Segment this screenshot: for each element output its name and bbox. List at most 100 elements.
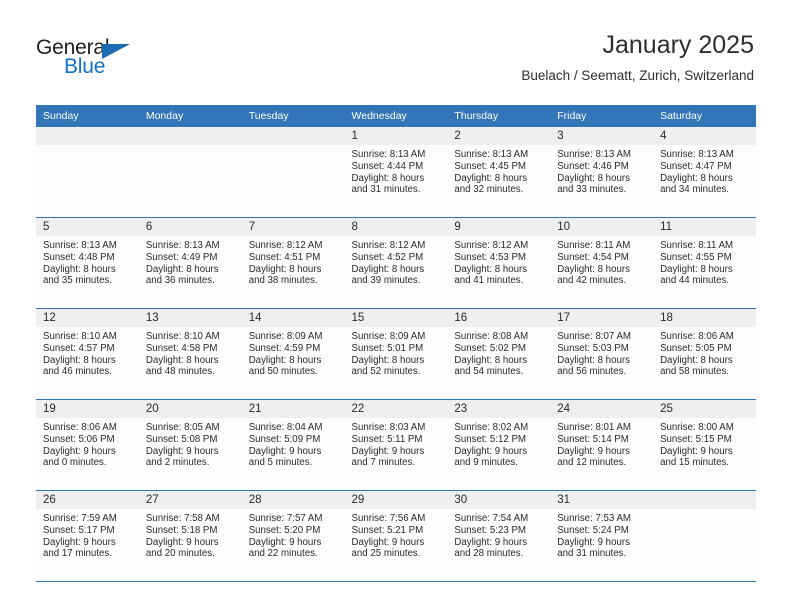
daylight-text-line1: Daylight: 8 hours	[145, 263, 219, 275]
daylight-text-line1: Daylight: 9 hours	[557, 536, 630, 548]
weekday-header-wednesday: Wednesday	[344, 105, 448, 127]
calendar-day-cell[interactable]: 31 Sunrise: 7:53 AM Sunset: 5:24 PM Dayligh…	[550, 490, 654, 582]
calendar-day-cell[interactable]: 13 Sunrise: 8:10 AM Sunset: 4:58 PM Dayligh…	[138, 308, 242, 400]
daylight-text-line2: and 58 minutes.	[660, 366, 729, 378]
calendar-day-cell[interactable]: 15 Sunrise: 8:09 AM Sunset: 5:01 PM Dayligh…	[344, 308, 448, 400]
day-number: 5	[36, 218, 139, 236]
triangle-flag-icon	[102, 44, 130, 59]
sunrise-text: Sunrise: 8:12 AM	[454, 240, 529, 251]
weekday-header-sunday: Sunday	[36, 105, 139, 127]
sunset-text: Sunset: 5:21 PM	[351, 524, 424, 536]
daylight-text-line2: and 5 minutes.	[248, 457, 313, 469]
day-sun-info: Sunrise: 8:00 AM Sunset: 5:15 PM Daylight:…	[653, 418, 756, 469]
daylight-text-line1: Daylight: 9 hours	[145, 445, 219, 457]
calendar-day-cell[interactable]: 28 Sunrise: 7:57 AM Sunset: 5:20 PM Dayligh…	[241, 490, 345, 582]
calendar-day-cell[interactable]: 19 Sunrise: 8:06 AM Sunset: 5:06 PM Dayligh…	[36, 399, 139, 491]
day-sun-info: Sunrise: 7:59 AM Sunset: 5:17 PM Daylight:…	[36, 509, 139, 560]
weekday-header-monday: Monday	[138, 105, 242, 127]
day-number: 7	[241, 218, 345, 236]
day-number: 11	[653, 218, 756, 236]
day-number: 31	[550, 491, 654, 509]
calendar-day-cell[interactable]: 6 Sunrise: 8:13 AM Sunset: 4:49 PM Daylight…	[138, 217, 242, 309]
daylight-text-line1: Daylight: 9 hours	[660, 445, 733, 457]
daylight-text-line1: Daylight: 9 hours	[248, 536, 322, 548]
day-cell-content: 22 Sunrise: 8:03 AM Sunset: 5:11 PM Dayligh…	[344, 400, 448, 490]
daylight-text-line2: and 2 minutes.	[145, 457, 210, 469]
calendar-day-cell[interactable]: 10 Sunrise: 8:11 AM Sunset: 4:54 PM Dayligh…	[550, 217, 654, 309]
sunrise-text: Sunrise: 8:13 AM	[351, 149, 426, 160]
day-number: 14	[241, 309, 345, 327]
daylight-text-line2: and 56 minutes.	[557, 366, 627, 378]
calendar-day-cell[interactable]: 29 Sunrise: 7:56 AM Sunset: 5:21 PM Dayligh…	[344, 490, 448, 582]
sunset-text: Sunset: 5:11 PM	[351, 433, 423, 445]
sunset-text: Sunset: 5:09 PM	[248, 433, 321, 445]
calendar-day-cell[interactable]: 4 Sunrise: 8:13 AM Sunset: 4:47 PM Daylight…	[653, 127, 756, 218]
day-number: 6	[138, 218, 242, 236]
sunset-text: Sunset: 5:14 PM	[557, 433, 629, 445]
sunrise-text: Sunrise: 7:57 AM	[248, 513, 323, 524]
day-number: 29	[344, 491, 448, 509]
daylight-text-line2: and 39 minutes.	[351, 275, 421, 287]
sunrise-text: Sunrise: 8:05 AM	[145, 422, 220, 433]
calendar-day-cell[interactable]: 30 Sunrise: 7:54 AM Sunset: 5:23 PM Dayligh…	[447, 490, 551, 582]
sunset-text: Sunset: 4:49 PM	[145, 251, 218, 263]
daylight-text-line2: and 33 minutes.	[557, 184, 627, 196]
calendar-week-row: 1 Sunrise: 8:13 AM Sunset: 4:44 PM Daylight…	[36, 127, 756, 218]
calendar-day-cell[interactable]: 23 Sunrise: 8:02 AM Sunset: 5:12 PM Dayligh…	[447, 399, 551, 491]
calendar-day-cell[interactable]: 20 Sunrise: 8:05 AM Sunset: 5:08 PM Dayligh…	[138, 399, 242, 491]
daylight-text-line2: and 50 minutes.	[248, 366, 318, 378]
day-number: 10	[550, 218, 654, 236]
day-cell-content: 9 Sunrise: 8:12 AM Sunset: 4:53 PM Daylight…	[447, 218, 551, 308]
sunrise-text: Sunrise: 8:01 AM	[557, 422, 631, 433]
calendar-day-cell[interactable]: 27 Sunrise: 7:58 AM Sunset: 5:18 PM Dayligh…	[138, 490, 242, 582]
daylight-text-line2: and 54 minutes.	[454, 366, 524, 378]
daylight-text-line2: and 38 minutes.	[248, 275, 318, 287]
calendar-day-cell-empty	[36, 127, 139, 218]
daylight-text-line2: and 28 minutes.	[454, 548, 524, 560]
daylight-text-line2: and 41 minutes.	[454, 275, 524, 287]
day-sun-info: Sunrise: 8:13 AM Sunset: 4:48 PM Daylight:…	[36, 236, 139, 287]
daylight-text-line1: Daylight: 8 hours	[660, 263, 733, 275]
day-number	[36, 127, 139, 145]
calendar-day-cell[interactable]: 25 Sunrise: 8:00 AM Sunset: 5:15 PM Dayligh…	[653, 399, 756, 491]
calendar-day-cell[interactable]: 2 Sunrise: 8:13 AM Sunset: 4:45 PM Daylight…	[447, 127, 551, 218]
calendar-day-cell[interactable]: 8 Sunrise: 8:12 AM Sunset: 4:52 PM Daylight…	[344, 217, 448, 309]
calendar-day-cell[interactable]: 7 Sunrise: 8:12 AM Sunset: 4:51 PM Daylight…	[241, 217, 345, 309]
calendar-day-cell[interactable]: 14 Sunrise: 8:09 AM Sunset: 4:59 PM Dayligh…	[241, 308, 345, 400]
calendar-day-cell[interactable]: 22 Sunrise: 8:03 AM Sunset: 5:11 PM Dayligh…	[344, 399, 448, 491]
calendar-day-cell[interactable]: 12 Sunrise: 8:10 AM Sunset: 4:57 PM Dayligh…	[36, 308, 139, 400]
day-number: 3	[550, 127, 654, 145]
sunrise-text: Sunrise: 7:56 AM	[351, 513, 426, 524]
sunset-text: Sunset: 4:46 PM	[557, 160, 629, 172]
calendar-week-row: 12 Sunrise: 8:10 AM Sunset: 4:57 PM Dayligh…	[36, 308, 756, 400]
calendar-day-cell[interactable]: 21 Sunrise: 8:04 AM Sunset: 5:09 PM Dayligh…	[241, 399, 345, 491]
day-cell-content	[36, 127, 139, 217]
day-number: 18	[653, 309, 756, 327]
page-header: General Blue January 2025 Buelach / Seem…	[0, 0, 792, 100]
calendar-day-cell[interactable]: 11 Sunrise: 8:11 AM Sunset: 4:55 PM Dayligh…	[653, 217, 756, 309]
day-sun-info: Sunrise: 8:12 AM Sunset: 4:52 PM Daylight:…	[345, 236, 448, 287]
day-sun-info: Sunrise: 8:13 AM Sunset: 4:45 PM Daylight:…	[447, 145, 550, 196]
sunrise-text: Sunrise: 8:06 AM	[660, 331, 734, 342]
day-number: 15	[344, 309, 448, 327]
sunset-text: Sunset: 4:57 PM	[43, 342, 115, 354]
day-sun-info: Sunrise: 7:58 AM Sunset: 5:18 PM Daylight:…	[139, 509, 242, 560]
calendar-day-cell[interactable]: 26 Sunrise: 7:59 AM Sunset: 5:17 PM Dayligh…	[36, 490, 139, 582]
calendar-day-cell[interactable]: 17 Sunrise: 8:07 AM Sunset: 5:03 PM Dayligh…	[550, 308, 654, 400]
calendar-day-cell[interactable]: 24 Sunrise: 8:01 AM Sunset: 5:14 PM Dayligh…	[550, 399, 654, 491]
calendar-day-cell[interactable]: 3 Sunrise: 8:13 AM Sunset: 4:46 PM Daylight…	[550, 127, 654, 218]
calendar-day-cell[interactable]: 9 Sunrise: 8:12 AM Sunset: 4:53 PM Daylight…	[447, 217, 551, 309]
day-number	[653, 491, 756, 509]
calendar-day-cell[interactable]: 1 Sunrise: 8:13 AM Sunset: 4:44 PM Daylight…	[344, 127, 448, 218]
day-number	[138, 127, 242, 145]
brand-logo[interactable]: General Blue	[36, 36, 156, 84]
calendar-day-cell[interactable]: 5 Sunrise: 8:13 AM Sunset: 4:48 PM Daylight…	[36, 217, 139, 309]
day-cell-content: 10 Sunrise: 8:11 AM Sunset: 4:54 PM Dayligh…	[550, 218, 654, 308]
calendar-day-cell[interactable]: 16 Sunrise: 8:08 AM Sunset: 5:02 PM Dayligh…	[447, 308, 551, 400]
daylight-text-line1: Daylight: 8 hours	[557, 263, 630, 275]
daylight-text-line2: and 22 minutes.	[248, 548, 318, 560]
day-cell-content: 19 Sunrise: 8:06 AM Sunset: 5:06 PM Dayligh…	[36, 400, 139, 490]
daylight-text-line1: Daylight: 8 hours	[660, 354, 733, 366]
day-number: 9	[447, 218, 551, 236]
calendar-day-cell[interactable]: 18 Sunrise: 8:06 AM Sunset: 5:05 PM Dayligh…	[653, 308, 756, 400]
